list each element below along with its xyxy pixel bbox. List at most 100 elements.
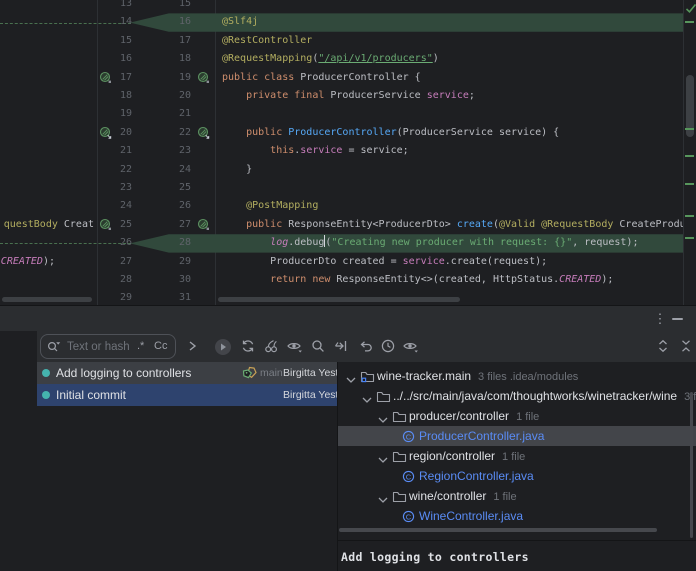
line-number: 14 bbox=[98, 13, 132, 31]
file-name: ProducerController.java bbox=[419, 426, 544, 446]
code-token: ProducerController bbox=[288, 127, 396, 138]
spring-bean-icon[interactable] bbox=[197, 71, 211, 85]
refresh-icon[interactable] bbox=[240, 338, 257, 355]
error-stripe[interactable] bbox=[683, 0, 696, 305]
spring-bean-icon[interactable] bbox=[197, 126, 211, 140]
code-token: } bbox=[222, 164, 252, 175]
match-case-toggle[interactable]: Cc bbox=[154, 335, 167, 358]
line-number: 23 bbox=[157, 142, 191, 160]
regex-toggle[interactable]: .* bbox=[137, 335, 144, 358]
code-token: public bbox=[246, 127, 288, 138]
code-token bbox=[222, 219, 246, 230]
commit-row[interactable]: Initial commitBirgitta Yeste bbox=[37, 384, 337, 406]
commit-graph-node bbox=[42, 391, 50, 399]
line-number: 24 bbox=[157, 161, 191, 179]
tree-row[interactable]: wine-tracker.main3 files .idea/modules bbox=[338, 366, 696, 386]
jump-to-source-icon[interactable] bbox=[333, 338, 350, 355]
code-line[interactable]: private final ProducerService service; bbox=[222, 87, 683, 105]
spring-bean-icon[interactable] bbox=[99, 71, 113, 85]
collapse-all-icon[interactable] bbox=[678, 338, 695, 355]
expand-all-icon[interactable] bbox=[655, 338, 672, 355]
code-token: ResponseEntity<>(created, HttpStatus. bbox=[336, 274, 559, 285]
change-stripe-mark[interactable] bbox=[685, 237, 694, 239]
change-stripe-mark[interactable] bbox=[685, 128, 694, 130]
line-number: 15 bbox=[98, 32, 132, 50]
eye-icon[interactable] bbox=[286, 338, 303, 355]
code-line[interactable]: log.debug("Creating new producer with re… bbox=[222, 234, 683, 252]
svg-text:C: C bbox=[406, 432, 412, 441]
hide-panel-icon[interactable] bbox=[672, 318, 683, 320]
commit-list: Add logging to controllersmainBirgitta Y… bbox=[37, 362, 337, 571]
spring-bean-icon[interactable] bbox=[197, 218, 211, 232]
search-icon[interactable] bbox=[310, 338, 327, 355]
line-number: 25 bbox=[157, 179, 191, 197]
code-line[interactable]: } bbox=[222, 161, 683, 179]
code-token: ); bbox=[601, 274, 613, 285]
tree-row[interactable]: C RegionController.java bbox=[338, 466, 696, 486]
tree-row[interactable]: producer/controller1 file bbox=[338, 406, 696, 426]
change-stripe-mark[interactable] bbox=[685, 155, 694, 157]
tree-row[interactable]: ../../src/main/java/com/thoughtworks/win… bbox=[338, 386, 696, 406]
code-token: "Creating new producer with request: {}" bbox=[331, 237, 572, 248]
rollback-icon[interactable] bbox=[358, 338, 375, 355]
commit-search-field[interactable]: .* Cc bbox=[40, 334, 176, 359]
tree-row[interactable]: CWineController.java bbox=[338, 506, 696, 526]
code-token: @PostMapping bbox=[246, 200, 318, 211]
code-token: , request); bbox=[572, 237, 638, 248]
tree-row[interactable]: region/controller1 file bbox=[338, 446, 696, 466]
code-line[interactable]: @RequestMapping("/api/v1/producers") bbox=[222, 50, 683, 68]
change-stripe-mark[interactable] bbox=[685, 215, 694, 217]
commit-author-cell: Birgitta Yeste bbox=[283, 384, 337, 406]
history-clock-icon[interactable] bbox=[380, 338, 397, 355]
gutter-divider bbox=[215, 0, 216, 305]
commit-row[interactable]: Add logging to controllersmainBirgitta Y… bbox=[37, 362, 337, 384]
branch-label: main bbox=[260, 362, 283, 384]
code-line[interactable]: this.service = service; bbox=[222, 142, 683, 160]
search-filter-icon bbox=[46, 339, 62, 354]
search-input[interactable] bbox=[65, 337, 137, 357]
file-name: RegionController.java bbox=[419, 466, 534, 486]
line-number: 31 bbox=[157, 289, 191, 305]
commit-author-cell: Birgitta Yeste bbox=[283, 362, 337, 384]
code-token: ; bbox=[469, 90, 475, 101]
node-meta: 1 file bbox=[516, 411, 539, 423]
code-line[interactable]: ProducerDto created = service.create(req… bbox=[222, 253, 683, 271]
scrollbar-thumb[interactable] bbox=[339, 528, 657, 532]
code-line[interactable]: public ResponseEntity<ProducerDto> creat… bbox=[222, 216, 683, 234]
chevron-right-icon[interactable] bbox=[184, 338, 201, 355]
code-token: Creat bbox=[58, 219, 94, 230]
diff-editor[interactable]: 13151416@Slf4j1517@RestController1618@Re… bbox=[0, 0, 696, 305]
old-code-fragment: CREATED); bbox=[0, 253, 55, 271]
left-gutter-strip bbox=[0, 331, 38, 571]
go-to-commit-icon[interactable] bbox=[214, 338, 231, 355]
scrollbar-thumb[interactable] bbox=[690, 392, 693, 538]
svg-text:C: C bbox=[406, 472, 412, 481]
line-number: 20 bbox=[157, 87, 191, 105]
code-line[interactable]: public class ProducerController { bbox=[222, 69, 683, 87]
branch-tag-icon bbox=[241, 366, 258, 385]
code-line[interactable]: @PostMapping bbox=[222, 197, 683, 215]
spring-bean-icon[interactable] bbox=[99, 218, 113, 232]
tree-row[interactable]: C ProducerController.java bbox=[338, 426, 696, 446]
code-line[interactable] bbox=[222, 105, 683, 123]
code-line[interactable]: @Slf4j bbox=[222, 13, 683, 31]
code-token bbox=[222, 145, 270, 156]
line-number: 19 bbox=[98, 105, 132, 123]
change-stripe-mark[interactable] bbox=[685, 21, 694, 23]
change-stripe-mark[interactable] bbox=[685, 183, 694, 185]
spring-bean-icon[interactable] bbox=[99, 126, 113, 140]
cherry-pick-icon[interactable] bbox=[263, 338, 280, 355]
code-line[interactable] bbox=[222, 0, 683, 13]
code-token: create bbox=[457, 219, 493, 230]
options-kebab-icon[interactable]: ⋮ bbox=[652, 310, 668, 328]
code-line[interactable]: public ProducerController(ProducerServic… bbox=[222, 124, 683, 142]
code-token: @Slf4j bbox=[222, 16, 258, 27]
code-line[interactable] bbox=[222, 289, 683, 305]
scrollbar-thumb[interactable] bbox=[2, 297, 92, 302]
preview-eye-icon[interactable] bbox=[402, 338, 419, 355]
code-line[interactable]: return new ResponseEntity<>(created, Htt… bbox=[222, 271, 683, 289]
code-line[interactable]: @RestController bbox=[222, 32, 683, 50]
code-line[interactable] bbox=[222, 179, 683, 197]
tree-row[interactable]: wine/controller1 file bbox=[338, 486, 696, 506]
code-token bbox=[222, 127, 246, 138]
